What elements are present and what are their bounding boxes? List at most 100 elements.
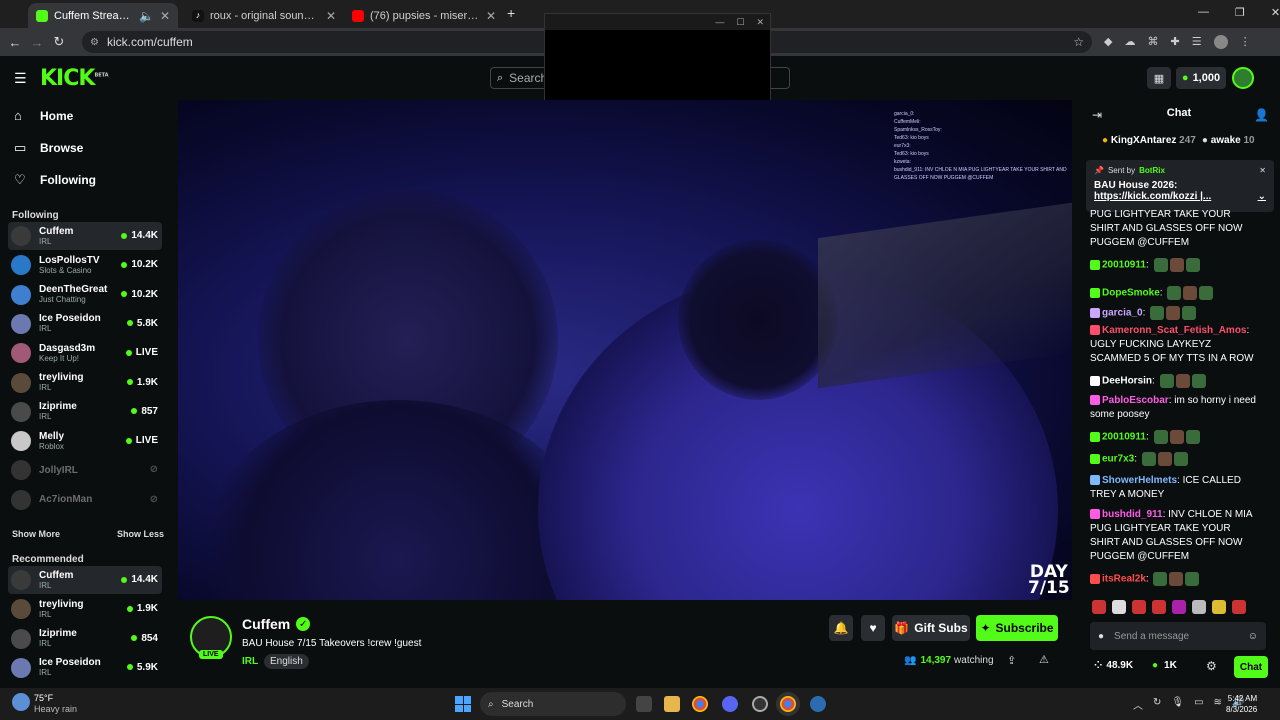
notification-bell-button[interactable]: 🔔 bbox=[829, 615, 853, 641]
emote-icon[interactable] bbox=[1172, 600, 1186, 614]
clock[interactable]: 5:42 AM 8/3/2026 bbox=[1226, 693, 1257, 715]
emote-icon[interactable] bbox=[1192, 600, 1206, 614]
hamburger-menu-icon[interactable]: ☰ bbox=[14, 70, 27, 87]
chat-message[interactable]: DeeHorsin: bbox=[1090, 374, 1262, 389]
mic-icon[interactable]: 🎙 bbox=[1171, 697, 1184, 712]
mute-icon[interactable]: 🔈 bbox=[133, 9, 154, 23]
sidebar-channel-item[interactable]: Cuffem IRL 14.4K bbox=[8, 222, 162, 250]
tray-overflow-icon[interactable]: ︿ bbox=[1133, 697, 1143, 712]
chat-username[interactable]: bushdid_911 bbox=[1102, 509, 1163, 520]
sidebar-channel-item[interactable]: JollyIRL ⊘ bbox=[8, 456, 162, 484]
file-explorer-icon[interactable] bbox=[664, 696, 680, 712]
taskbar-search[interactable]: ⌕ Search bbox=[480, 692, 626, 716]
forward-button[interactable]: → bbox=[26, 35, 48, 50]
chat-message[interactable]: 20010911: bbox=[1090, 430, 1262, 445]
chat-message-input[interactable]: ● Send a message ☺ bbox=[1090, 622, 1266, 650]
chat-username[interactable]: eur7x3 bbox=[1102, 454, 1134, 465]
sidebar-channel-item[interactable]: Cuffem IRL 14.4K bbox=[8, 566, 162, 594]
new-tab-button[interactable]: + bbox=[507, 5, 515, 21]
steam-icon[interactable] bbox=[752, 696, 768, 712]
display-icon[interactable]: ▭ bbox=[1194, 697, 1203, 712]
chat-message[interactable]: PabloEscobar: im so horny i need some po… bbox=[1090, 394, 1262, 422]
chat-username[interactable]: PabloEscobar bbox=[1102, 395, 1169, 406]
chat-username[interactable]: ShowerHelmets bbox=[1102, 475, 1177, 486]
sidebar-channel-item[interactable]: treyliving IRL 1.9K bbox=[8, 595, 162, 623]
weather-icon[interactable] bbox=[12, 693, 30, 711]
sidebar-channel-item[interactable]: Iziprime IRL 857 bbox=[8, 398, 162, 426]
video-player[interactable]: garcia_0: CuffemMeli: Spamlnkss_RossToy: Te… bbox=[178, 100, 1072, 600]
kick-logo[interactable]: KICKBETA bbox=[40, 66, 109, 91]
profile-avatar[interactable] bbox=[1213, 35, 1228, 49]
subscribe-button[interactable]: ✦ Subscribe bbox=[976, 615, 1058, 641]
emote-icon[interactable] bbox=[1132, 600, 1146, 614]
gifter-name[interactable]: KingXAntarez bbox=[1111, 135, 1177, 146]
reading-list-icon[interactable]: ☰ bbox=[1192, 35, 1202, 49]
chrome-active-icon[interactable] bbox=[780, 696, 796, 712]
pinned-link[interactable]: https://kick.com/kozzi |... bbox=[1094, 191, 1211, 202]
sidebar-channel-item[interactable]: LosPollosTV Slots & Casino 10.2K bbox=[8, 251, 162, 279]
chat-message[interactable]: Kameronn_Scat_Fetish_Amos: UGLY FUCKING … bbox=[1090, 324, 1262, 366]
chat-message[interactable]: ShowerHelmets: ICE CALLED TREY A MONEY bbox=[1090, 474, 1262, 502]
channel-name[interactable]: Cuffem bbox=[242, 616, 290, 632]
task-view-icon[interactable] bbox=[636, 696, 652, 712]
extensions-puzzle-icon[interactable]: ✚ bbox=[1170, 35, 1179, 49]
extension-icon[interactable]: ◆ bbox=[1104, 35, 1112, 49]
share-icon[interactable]: ⇪ bbox=[1007, 654, 1016, 667]
pinned-sender[interactable]: BotRix bbox=[1139, 166, 1165, 175]
user-avatar[interactable] bbox=[1232, 67, 1254, 89]
chat-username[interactable]: 20010911 bbox=[1102, 432, 1146, 443]
category-link[interactable]: IRL bbox=[242, 656, 258, 667]
chat-message[interactable]: bushdid_911: INV CHLOE N MIA PUG LIGHTYE… bbox=[1090, 508, 1262, 564]
chat-message[interactable]: eur7x3: bbox=[1090, 452, 1262, 467]
extension-icon[interactable]: ☁ bbox=[1124, 35, 1135, 49]
sidebar-channel-item[interactable]: Ac7ionMan ⊘ bbox=[8, 486, 162, 514]
emote-icon[interactable] bbox=[1152, 600, 1166, 614]
maximize-button[interactable]: ❐ bbox=[1235, 6, 1245, 19]
chat-settings-gear-icon[interactable]: ⚙ bbox=[1206, 659, 1217, 673]
emote-icon[interactable] bbox=[1112, 600, 1126, 614]
site-info-icon[interactable]: ⚙ bbox=[90, 37, 99, 48]
emote-icon[interactable] bbox=[1232, 600, 1246, 614]
chat-username[interactable]: DopeSmoke bbox=[1102, 288, 1160, 299]
layout-toggle-button[interactable]: ▦ bbox=[1147, 67, 1171, 89]
chevron-down-icon[interactable]: ⌄ bbox=[1258, 191, 1266, 202]
chat-username[interactable]: garcia_0 bbox=[1102, 308, 1143, 319]
chat-message[interactable]: PUG LIGHTYEAR TAKE YOUR SHIRT AND GLASSE… bbox=[1090, 208, 1262, 250]
pinned-message[interactable]: 📌 Sent by BotRix ✕ BAU House 2026: https… bbox=[1086, 160, 1274, 212]
bookmark-star-icon[interactable]: ☆ bbox=[1073, 35, 1084, 49]
gifter-name[interactable]: awake bbox=[1211, 135, 1241, 146]
close-tab-icon[interactable]: ✕ bbox=[480, 9, 496, 23]
sidebar-channel-item[interactable]: Ice Poseidon IRL 5.8K bbox=[8, 310, 162, 338]
extension-icon[interactable]: ⌘ bbox=[1147, 35, 1158, 49]
chat-users-icon[interactable]: 👤 bbox=[1254, 108, 1269, 122]
chat-username[interactable]: Kameronn_Scat_Fetish_Amos bbox=[1102, 325, 1247, 336]
language-tag[interactable]: English bbox=[264, 654, 309, 669]
unpin-icon[interactable]: ✕ bbox=[1259, 166, 1266, 175]
close-window-button[interactable]: ✕ bbox=[1271, 6, 1280, 19]
chat-message[interactable]: 20010911: bbox=[1090, 258, 1262, 273]
sidebar-channel-item[interactable]: Ice Poseidon IRL 5.9K bbox=[8, 654, 162, 682]
close-tab-icon[interactable]: ✕ bbox=[154, 9, 170, 23]
weather-widget[interactable]: 75°F Heavy rain bbox=[34, 693, 77, 715]
sidebar-channel-item[interactable]: Iziprime IRL 854 bbox=[8, 625, 162, 653]
popup-close-button[interactable]: ✕ bbox=[756, 17, 764, 28]
minimize-button[interactable]: — bbox=[1198, 6, 1209, 19]
chat-message[interactable]: itsReal2k: bbox=[1090, 572, 1262, 587]
chat-username[interactable]: DeeHorsin bbox=[1102, 376, 1152, 387]
sidebar-channel-item[interactable]: treyliving IRL 1.9K bbox=[8, 369, 162, 397]
chrome-icon[interactable] bbox=[692, 696, 708, 712]
nav-following[interactable]: ♡ Following bbox=[14, 172, 96, 188]
chat-username[interactable]: itsReal2k bbox=[1102, 574, 1146, 585]
sidebar-channel-item[interactable]: DeenTheGreat Just Chatting 10.2K bbox=[8, 281, 162, 309]
report-icon[interactable]: ⚠ bbox=[1039, 653, 1049, 666]
discord-icon[interactable] bbox=[722, 696, 738, 712]
popup-maximize-button[interactable]: ☐ bbox=[736, 17, 744, 28]
nav-browse[interactable]: ▭ Browse bbox=[14, 140, 83, 156]
wifi-icon[interactable]: ≋ bbox=[1214, 697, 1222, 712]
gift-subs-button[interactable]: 🎁 Gift Subs bbox=[892, 615, 970, 641]
chat-username[interactable]: 20010911 bbox=[1102, 260, 1146, 271]
emote-icon[interactable] bbox=[1212, 600, 1226, 614]
sidebar-channel-item[interactable]: Dasgasd3m Keep It Up! LIVE bbox=[8, 339, 162, 367]
show-more-button[interactable]: Show More bbox=[12, 529, 60, 539]
sync-icon[interactable]: ↻ bbox=[1153, 697, 1161, 712]
